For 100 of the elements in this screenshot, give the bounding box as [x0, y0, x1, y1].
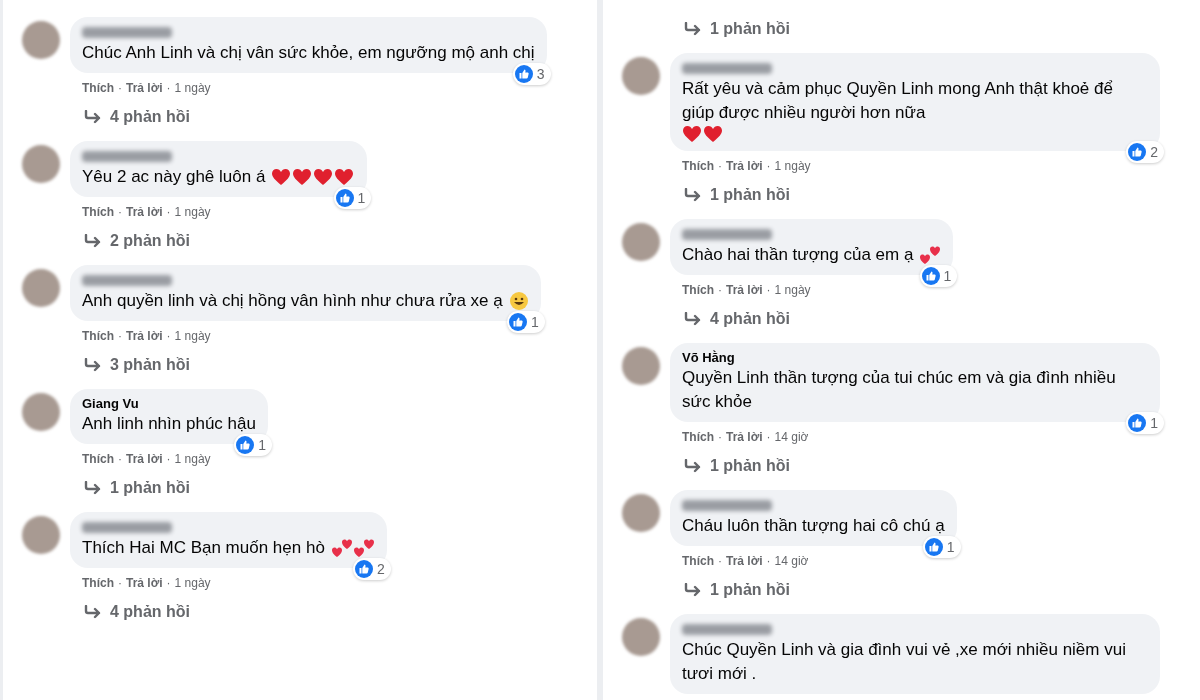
timestamp[interactable]: 1 ngày	[174, 80, 211, 96]
thumbs-up-icon	[1128, 414, 1147, 432]
avatar[interactable]	[622, 223, 660, 261]
avatar[interactable]	[622, 494, 660, 532]
timestamp[interactable]: 1 ngày	[174, 451, 211, 467]
like-link[interactable]: Thích	[82, 328, 114, 344]
thumbs-up-icon	[508, 313, 527, 331]
reply-arrow-icon	[684, 583, 702, 597]
like-link[interactable]: Thích	[82, 80, 114, 96]
avatar[interactable]	[22, 516, 60, 554]
reaction-badge[interactable]: 1	[333, 187, 372, 209]
separator-dot: ·	[118, 204, 122, 220]
avatar[interactable]	[22, 393, 60, 431]
reply-link[interactable]: Trả lời	[126, 451, 163, 467]
like-link[interactable]: Thích	[82, 575, 114, 591]
timestamp[interactable]: 1 ngày	[774, 158, 811, 174]
view-replies-link[interactable]: 1 phản hồi	[710, 578, 790, 602]
reply-link[interactable]: Trả lời	[126, 80, 163, 96]
view-replies-link[interactable]: 4 phản hồi	[110, 105, 190, 129]
reply-link[interactable]: Trả lời	[726, 429, 763, 445]
thumbs-up-icon	[335, 189, 354, 207]
reaction-badge[interactable]: 1	[506, 311, 545, 333]
separator-dot: ·	[766, 553, 771, 569]
reaction-badge[interactable]: 3	[512, 63, 551, 85]
reaction-badge[interactable]: 1	[1126, 412, 1164, 434]
reply-link[interactable]: Trả lời	[726, 553, 763, 569]
timestamp[interactable]: 1 ngày	[174, 204, 211, 220]
reply-link[interactable]: Trả lời	[126, 328, 163, 344]
like-count: 3	[536, 66, 545, 82]
reaction-badge[interactable]: 1	[922, 536, 961, 558]
like-count: 1	[1150, 415, 1158, 431]
thumbs-up-icon	[921, 267, 940, 285]
separator-dot: ·	[118, 328, 122, 344]
separator-dot: ·	[166, 204, 171, 220]
commenter-name[interactable]: Võ Hằng	[682, 350, 1148, 366]
comment-text: Anh linh nhìn phúc hậu	[82, 413, 256, 435]
reply-link[interactable]: Trả lời	[126, 575, 163, 591]
reply-arrow-icon	[84, 605, 102, 619]
heart-emoji-icon	[313, 168, 334, 186]
reply-link[interactable]: Trả lời	[726, 282, 763, 298]
like-link[interactable]: Thích	[82, 451, 114, 467]
heart-emoji-icon	[271, 168, 292, 186]
reply-arrow-icon	[84, 358, 102, 372]
two-hearts-emoji-icon	[330, 538, 353, 558]
comment-text: Anh quyền linh và chị hồng vân hình như chưa rửa xe ạ	[82, 290, 503, 312]
separator-dot: ·	[166, 328, 171, 344]
thumbs-up-icon	[355, 560, 374, 578]
view-replies-link[interactable]: 4 phản hồi	[710, 307, 790, 331]
view-replies-link[interactable]: 3 phản hồi	[110, 353, 190, 377]
separator-dot: ·	[718, 429, 722, 445]
like-link[interactable]: Thích	[682, 429, 714, 445]
view-replies-link[interactable]: 1 phản hồi	[710, 183, 790, 207]
timestamp[interactable]: 14 giờ	[774, 429, 809, 445]
avatar[interactable]	[622, 347, 660, 385]
comment-text: Cháu luôn thần tượng hai cô chú ạ	[682, 515, 945, 537]
like-link[interactable]: Thích	[682, 158, 714, 174]
avatar[interactable]	[22, 269, 60, 307]
view-replies-link[interactable]: 1 phản hồi	[710, 17, 790, 41]
two-hearts-emoji-icon	[352, 538, 375, 558]
smiley-emoji-icon	[508, 291, 529, 311]
view-replies-link[interactable]: 4 phản hồi	[110, 600, 190, 624]
view-replies-link[interactable]: 2 phản hồi	[110, 229, 190, 253]
reaction-badge[interactable]: 2	[1126, 141, 1164, 163]
reaction-badge[interactable]: 1	[234, 434, 272, 456]
thumbs-up-icon	[236, 436, 255, 454]
reaction-badge[interactable]: 1	[919, 265, 958, 287]
separator-dot: ·	[766, 158, 771, 174]
avatar[interactable]	[22, 145, 60, 183]
avatar[interactable]	[622, 57, 660, 95]
reply-link[interactable]: Trả lời	[726, 158, 763, 174]
separator-dot: ·	[166, 80, 171, 96]
two-hearts-emoji-icon	[919, 245, 942, 265]
timestamp[interactable]: 1 ngày	[174, 575, 211, 591]
reply-arrow-icon	[84, 481, 102, 495]
reply-arrow-icon	[84, 110, 102, 124]
comment-text: Thích Hai MC Bạn muốn hẹn hò	[82, 537, 325, 559]
like-link[interactable]: Thích	[682, 553, 714, 569]
timestamp[interactable]: 1 ngày	[174, 328, 211, 344]
like-count: 1	[946, 539, 955, 555]
timestamp[interactable]: 14 giờ	[774, 553, 809, 569]
separator-dot: ·	[118, 575, 122, 591]
separator-dot: ·	[118, 80, 122, 96]
separator-dot: ·	[766, 429, 771, 445]
like-count: 2	[377, 561, 385, 577]
separator-dot: ·	[166, 451, 171, 467]
timestamp[interactable]: 1 ngày	[774, 282, 811, 298]
avatar[interactable]	[622, 618, 660, 656]
reply-arrow-icon	[684, 312, 702, 326]
view-replies-link[interactable]: 1 phản hồi	[110, 476, 190, 500]
like-count: 1	[530, 314, 539, 330]
avatar[interactable]	[22, 21, 60, 59]
thumbs-up-icon	[924, 538, 943, 556]
like-link[interactable]: Thích	[82, 204, 114, 220]
view-replies-link[interactable]: 1 phản hồi	[710, 454, 790, 478]
comment-text: Chúc Anh Linh và chị vân sức khỏe, em ngưỡng mộ anh chị	[82, 42, 535, 64]
reply-link[interactable]: Trả lời	[126, 204, 163, 220]
heart-emoji-icon	[703, 125, 723, 143]
like-link[interactable]: Thích	[682, 282, 714, 298]
reaction-badge[interactable]: 2	[353, 558, 391, 580]
commenter-name[interactable]: Giang Vu	[82, 396, 256, 412]
